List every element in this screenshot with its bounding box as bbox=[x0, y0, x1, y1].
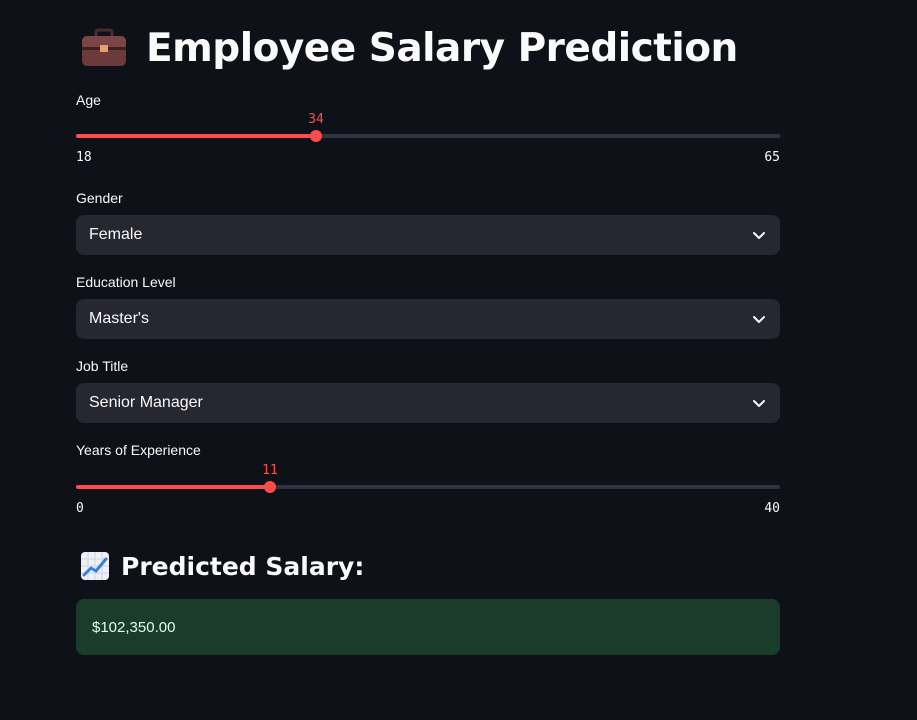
age-slider-thumb[interactable] bbox=[310, 130, 322, 142]
age-slider-max: 65 bbox=[764, 150, 780, 165]
briefcase-icon bbox=[80, 28, 128, 68]
gender-select[interactable]: Female bbox=[76, 215, 780, 255]
education-select-value: Master's bbox=[89, 310, 149, 327]
experience-label: Years of Experience bbox=[76, 442, 201, 458]
predicted-salary-box: $102,350.00 bbox=[76, 599, 780, 655]
chevron-down-icon[interactable] bbox=[751, 311, 767, 327]
gender-label: Gender bbox=[76, 190, 123, 206]
chevron-down-icon[interactable] bbox=[751, 395, 767, 411]
app-page: Employee Salary Prediction Age 34 18 65 … bbox=[0, 0, 917, 720]
job-title-select-value: Senior Manager bbox=[89, 394, 203, 411]
experience-slider-max: 40 bbox=[764, 501, 780, 516]
age-slider[interactable]: 34 18 65 bbox=[76, 112, 780, 172]
chart-increasing-icon bbox=[80, 551, 110, 581]
result-heading-text: Predicted Salary: bbox=[121, 551, 365, 581]
predicted-salary-value: $102,350.00 bbox=[92, 618, 176, 636]
job-title-select[interactable]: Senior Manager bbox=[76, 383, 780, 423]
gender-select-value: Female bbox=[89, 226, 143, 243]
result-heading: Predicted Salary: bbox=[80, 548, 364, 584]
experience-slider-value: 11 bbox=[262, 463, 278, 478]
experience-slider[interactable]: 11 0 40 bbox=[76, 463, 780, 523]
age-slider-fill bbox=[76, 134, 316, 138]
chevron-down-icon[interactable] bbox=[751, 227, 767, 243]
experience-slider-min: 0 bbox=[76, 501, 84, 516]
experience-slider-thumb[interactable] bbox=[264, 481, 276, 493]
job-title-label: Job Title bbox=[76, 358, 129, 374]
age-slider-min: 18 bbox=[76, 150, 92, 165]
age-label: Age bbox=[76, 92, 101, 108]
page-title-text: Employee Salary Prediction bbox=[146, 25, 738, 71]
education-label: Education Level bbox=[76, 274, 176, 290]
education-select[interactable]: Master's bbox=[76, 299, 780, 339]
age-slider-value: 34 bbox=[308, 112, 324, 127]
page-title: Employee Salary Prediction bbox=[80, 22, 738, 74]
experience-slider-fill bbox=[76, 485, 270, 489]
